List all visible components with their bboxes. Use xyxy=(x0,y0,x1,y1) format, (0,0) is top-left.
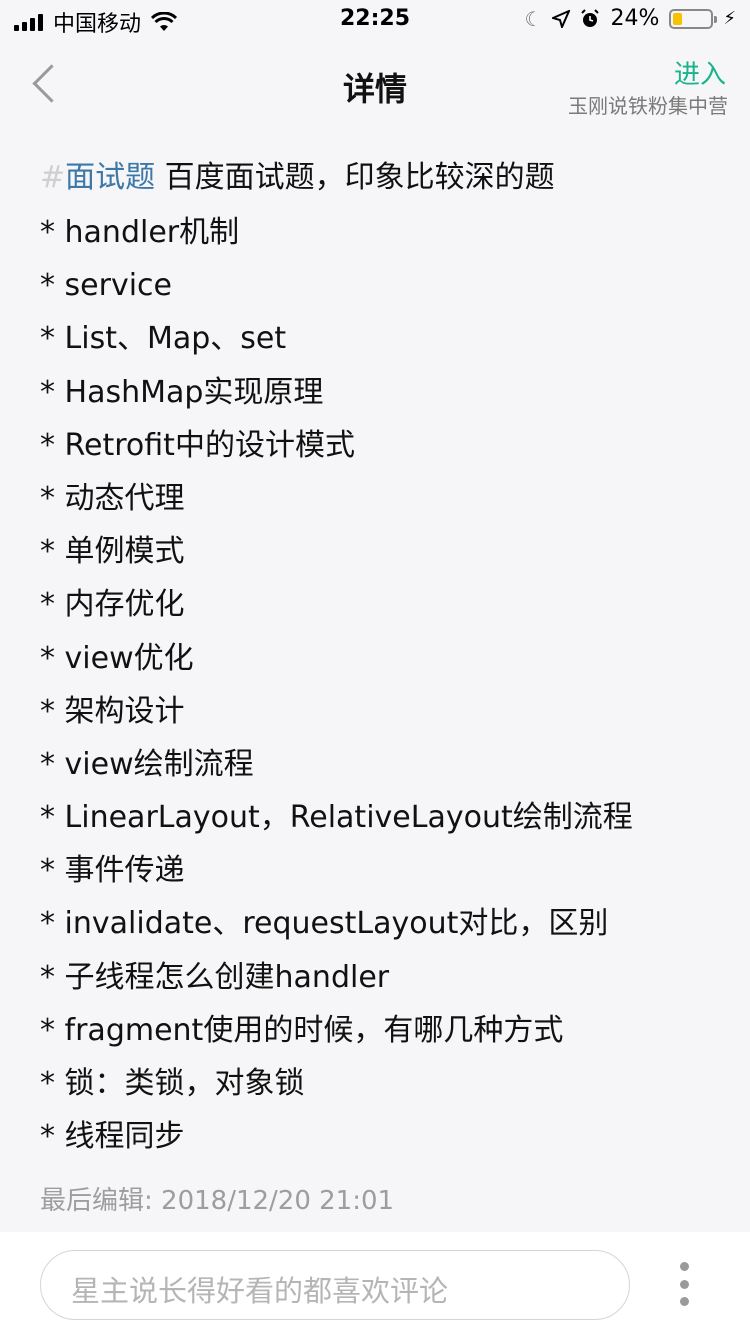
status-bar: 中国移动 22:25 ☾ 24% ⚡ xyxy=(0,0,750,40)
nav-bar: 详情 进入 玉刚说铁粉集中营 xyxy=(0,40,750,128)
topic-hash-icon: # xyxy=(40,160,66,195)
post-line: * 事件传递 xyxy=(40,853,185,889)
post-line: * Retrofit中的设计模式 xyxy=(40,427,355,463)
edit-timestamp: 最后编辑: 2018/12/20 21:01 xyxy=(40,1186,395,1216)
post-line: * HashMap实现原理 xyxy=(40,374,324,410)
post-line: * 内存优化 xyxy=(40,587,185,623)
alarm-icon xyxy=(581,8,600,27)
post-line: * fragment使用的时候，有哪几种方式 xyxy=(40,1012,564,1048)
post-line: * List、Map、set xyxy=(40,321,287,357)
moon-icon: ☾ xyxy=(524,6,543,31)
post-line: * 动态代理 xyxy=(40,480,185,516)
bottom-bar: 星主说长得好看的都喜欢评论 xyxy=(0,1232,750,1334)
group-name[interactable]: 玉刚说铁粉集中营 xyxy=(568,90,728,119)
post-line: * 锁：类锁，对象锁 xyxy=(40,1066,305,1101)
post-body-list: * handler机制 * service * List、Map、set * Hash… xyxy=(40,206,633,1163)
enter-link[interactable]: 进入 xyxy=(674,54,726,91)
comment-placeholder: 星主说长得好看的都喜欢评论 xyxy=(71,1274,449,1308)
more-vertical-icon[interactable] xyxy=(676,1262,692,1306)
charging-icon: ⚡ xyxy=(723,8,736,29)
post-content: #面试题 百度面试题，印象比较深的题 * handler机制 * service *… xyxy=(0,128,750,1232)
post-line: * 子线程怎么创建handler xyxy=(40,959,390,995)
post-title: 百度面试题，印象比较深的题 xyxy=(155,160,555,195)
battery-icon xyxy=(669,8,718,29)
status-right: ☾ 24% ⚡ xyxy=(525,6,736,31)
battery-fill xyxy=(673,12,683,25)
post-header: #面试题 百度面试题，印象比较深的题 xyxy=(40,152,555,196)
post-line: * view优化 xyxy=(40,640,194,676)
post-line: * handler机制 xyxy=(40,215,240,250)
post-line: * 架构设计 xyxy=(40,693,185,729)
battery-percent: 24% xyxy=(610,6,660,31)
post-line: * service xyxy=(40,268,172,304)
location-arrow-icon xyxy=(552,9,571,28)
post-line: * 单例模式 xyxy=(40,534,185,570)
post-line: * view绘制流程 xyxy=(40,746,254,782)
topic-tag[interactable]: 面试题 xyxy=(65,160,155,195)
post-line: * invalidate、requestLayout对比，区别 xyxy=(40,906,609,942)
comment-input[interactable]: 星主说长得好看的都喜欢评论 xyxy=(40,1250,630,1320)
post-line: * 线程同步 xyxy=(40,1119,185,1155)
post-line: * LinearLayout，RelativeLayout绘制流程 xyxy=(40,800,633,836)
